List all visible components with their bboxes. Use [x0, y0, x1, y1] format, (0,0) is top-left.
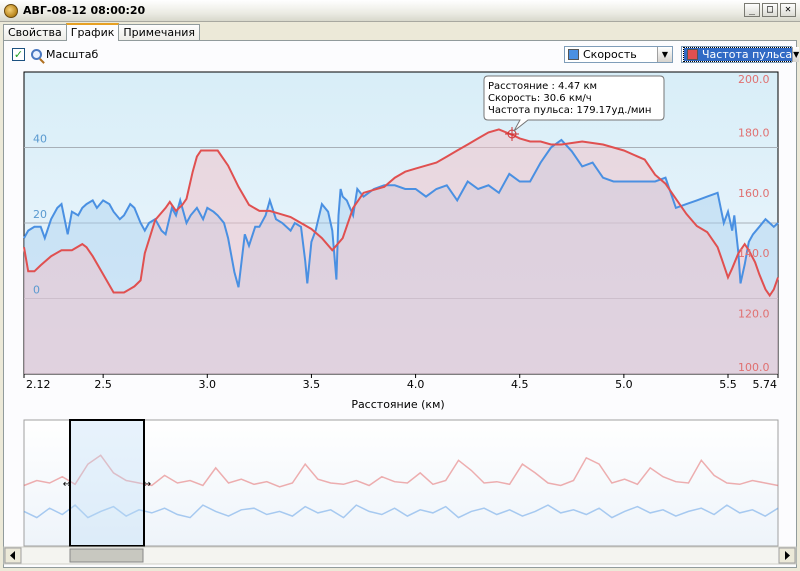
x-tick-label: 3.5 — [303, 378, 321, 391]
tooltip-pulse: Частота пульса: 179.17уд./мин — [488, 105, 651, 116]
right-tick-label: 120.0 — [738, 308, 770, 321]
right-tick-label: 200.0 — [738, 73, 770, 86]
right-tick-label: 180.0 — [738, 126, 770, 139]
left-tick-label: 40 — [33, 133, 47, 146]
overview-selection-window[interactable] — [69, 419, 145, 547]
x-axis-label: Расстояние (км) — [351, 398, 444, 411]
tooltip-speed: Скорость: 30.6 км/ч — [488, 93, 592, 104]
tooltip-distance: Расстояние : 4.47 км — [488, 81, 597, 92]
x-tick-label: 5.74 — [753, 378, 778, 391]
x-tick-label: 5.0 — [615, 378, 633, 391]
x-tick-label: 2.12 — [26, 378, 51, 391]
resize-left-handle[interactable]: ↔ — [63, 479, 71, 490]
resize-right-handle[interactable]: ↔ — [143, 479, 151, 490]
x-tick-label: 3.0 — [199, 378, 217, 391]
horizontal-scrollbar[interactable] — [3, 546, 797, 565]
x-tick-label: 5.5 — [719, 378, 737, 391]
right-tick-label: 100.0 — [738, 361, 770, 374]
left-tick-label: 20 — [33, 208, 47, 221]
right-tick-label: 160.0 — [738, 187, 770, 200]
tab-graph[interactable]: График — [65, 23, 120, 41]
x-axis-ticks: 2.12 2.5 3.0 3.5 4.0 4.5 5.0 5.5 5.74 — [23, 374, 779, 391]
chart-canvas: 40 20 0 200.0 180.0 160.0 140.0 120.0 100.0 2.1… — [3, 71, 797, 565]
right-tick-label: 140.0 — [738, 247, 770, 260]
left-tick-label: 0 — [33, 284, 40, 297]
scrollbar-thumb[interactable] — [69, 548, 144, 563]
x-tick-label: 2.5 — [94, 378, 112, 391]
x-tick-label: 4.5 — [511, 378, 529, 391]
x-tick-label: 4.0 — [407, 378, 425, 391]
